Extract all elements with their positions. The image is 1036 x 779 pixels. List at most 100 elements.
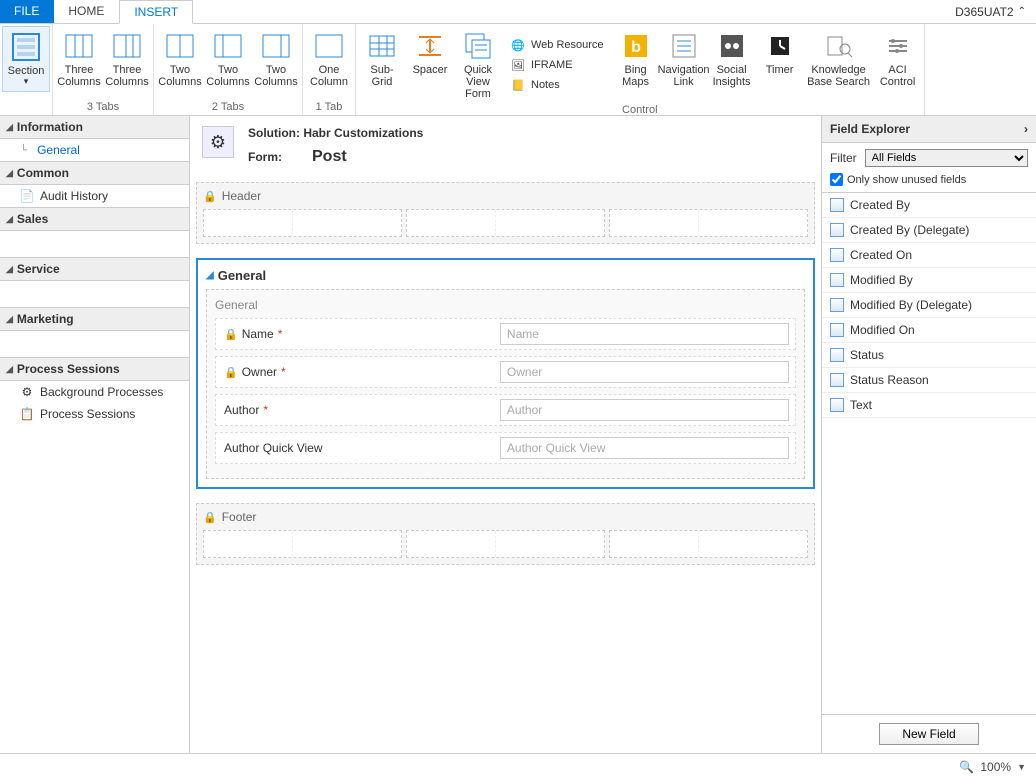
ribbon-1col-button[interactable]: One Column	[305, 26, 353, 92]
field-item-label: Modified On	[850, 323, 915, 337]
header-cell-3[interactable]	[609, 209, 808, 237]
lock-icon: 🔒	[224, 328, 238, 341]
ribbon-kbsearch-button[interactable]: Knowledge Base Search	[804, 26, 874, 104]
field-row-owner[interactable]: 🔒Owner* Owner	[215, 356, 796, 388]
ribbon-timer-button[interactable]: Timer	[756, 26, 804, 104]
notes-icon: 📒	[510, 77, 526, 93]
field-icon	[830, 398, 844, 412]
zoom-value: 100%	[980, 760, 1011, 774]
chevron-down-icon: ▾	[24, 77, 29, 87]
ribbon-2col-c-button[interactable]: Two Columns	[252, 26, 300, 92]
header-section[interactable]: 🔒Header	[196, 182, 815, 244]
general-tab[interactable]: ◢General General 🔒Name* Name 🔒Owner* Own…	[196, 258, 815, 489]
ribbon-spacer-label: Spacer	[413, 64, 448, 76]
tab-insert[interactable]: INSERT	[119, 0, 193, 24]
main-layout: ◢Information General ◢Common 📄Audit Hist…	[0, 116, 1036, 753]
field-item[interactable]: Status Reason	[822, 368, 1036, 393]
field-item-label: Created By (Delegate)	[850, 223, 969, 237]
nav-item-audit[interactable]: 📄Audit History	[0, 185, 189, 207]
nav-header-common[interactable]: ◢Common	[0, 161, 189, 185]
ribbon-3col-a-button[interactable]: Three Columns	[55, 26, 103, 92]
field-item-label: Modified By	[850, 273, 913, 287]
field-item[interactable]: Text	[822, 393, 1036, 418]
new-field-button[interactable]: New Field	[879, 723, 978, 745]
field-name-input[interactable]: Name	[500, 323, 789, 345]
header-cell-1[interactable]	[203, 209, 402, 237]
field-icon	[830, 373, 844, 387]
field-owner-input[interactable]: Owner	[500, 361, 789, 383]
tab-home[interactable]: HOME	[54, 0, 119, 23]
field-row-aqv[interactable]: Author Quick View Author Quick View	[215, 432, 796, 464]
field-name-label: Name	[242, 327, 274, 341]
nav-item-bgproc[interactable]: ⚙Background Processes	[0, 381, 189, 403]
field-row-author[interactable]: Author* Author	[215, 394, 796, 426]
field-item[interactable]: Modified By	[822, 268, 1036, 293]
ribbon-section-button[interactable]: Section ▾	[2, 26, 50, 92]
field-item[interactable]: Modified On	[822, 318, 1036, 343]
solution-line: Solution: Habr Customizations	[248, 126, 423, 140]
ribbon-aci-button[interactable]: ACI Control	[874, 26, 922, 104]
chevron-down-icon[interactable]: ▼	[1017, 762, 1026, 772]
ribbon-1col-label: One Column	[307, 64, 351, 88]
ribbon-social-button[interactable]: Social Insights	[708, 26, 756, 104]
nav-item-general[interactable]: General	[0, 139, 189, 161]
field-item-label: Status Reason	[850, 373, 929, 387]
filter-select[interactable]: All Fields	[865, 149, 1028, 167]
footer-section-label: Footer	[222, 510, 257, 524]
magnifier-icon[interactable]: 🔍	[959, 760, 974, 774]
ribbon-spacer-button[interactable]: Spacer	[406, 26, 454, 104]
field-item[interactable]: Modified By (Delegate)	[822, 293, 1036, 318]
ribbon-navlink-button[interactable]: Navigation Link	[660, 26, 708, 104]
ribbon-social-label: Social Insights	[710, 64, 754, 88]
unused-checkbox[interactable]	[830, 173, 843, 186]
field-item[interactable]: Created By	[822, 193, 1036, 218]
ribbon-subgrid-label: Sub-Grid	[360, 64, 404, 88]
ribbon-iframe-label: IFRAME	[531, 59, 573, 71]
chevron-right-icon[interactable]: ›	[1024, 122, 1028, 136]
nav-header-processes[interactable]: ◢Process Sessions	[0, 357, 189, 381]
ribbon-notes-button[interactable]: 📒 Notes	[510, 76, 604, 94]
ribbon-subgrid-button[interactable]: Sub-Grid	[358, 26, 406, 104]
nav-header-sales[interactable]: ◢Sales	[0, 207, 189, 231]
ribbon-3col-b-button[interactable]: Three Columns	[103, 26, 151, 92]
footer-cell-2[interactable]	[406, 530, 605, 558]
ribbon-iframe-button[interactable]: 🖼 IFRAME	[510, 56, 604, 74]
field-item[interactable]: Created On	[822, 243, 1036, 268]
two-columns-b-icon	[212, 30, 244, 62]
ribbon-webresource-button[interactable]: 🌐 Web Resource	[510, 36, 604, 54]
field-explorer-header[interactable]: Field Explorer ›	[822, 116, 1036, 143]
nav-bgproc-label: Background Processes	[40, 385, 163, 399]
ribbon-bingmaps-button[interactable]: b Bing Maps	[612, 26, 660, 104]
field-item[interactable]: Created By (Delegate)	[822, 218, 1036, 243]
ribbon-2col-b-button[interactable]: Two Columns	[204, 26, 252, 92]
nav-item-procsess[interactable]: 📋Process Sessions	[0, 403, 189, 425]
nav-audit-label: Audit History	[40, 189, 108, 203]
field-item[interactable]: Status	[822, 343, 1036, 368]
header-cell-2[interactable]	[406, 209, 605, 237]
nav-header-marketing[interactable]: ◢Marketing	[0, 307, 189, 331]
ribbon-timer-label: Timer	[766, 64, 794, 76]
field-icon	[830, 248, 844, 262]
ribbon-3col-b-label: Three Columns	[105, 64, 149, 88]
iframe-icon: 🖼	[510, 57, 526, 73]
general-section[interactable]: General 🔒Name* Name 🔒Owner* Owner Author…	[206, 289, 805, 479]
footer-cell-1[interactable]	[203, 530, 402, 558]
footer-section[interactable]: 🔒Footer	[196, 503, 815, 565]
field-item-label: Text	[850, 398, 872, 412]
subgrid-icon	[366, 30, 398, 62]
ribbon-2col-a-button[interactable]: Two Columns	[156, 26, 204, 92]
field-owner-label: Owner	[242, 365, 277, 379]
ribbon-2col-a-label: Two Columns	[158, 64, 202, 88]
footer-cell-3[interactable]	[609, 530, 808, 558]
field-author-input[interactable]: Author	[500, 399, 789, 421]
tab-file[interactable]: FILE	[0, 0, 54, 23]
field-row-name[interactable]: 🔒Name* Name	[215, 318, 796, 350]
group-1tab-label: 1 Tab	[305, 101, 353, 115]
ribbon-webresource-label: Web Resource	[531, 39, 604, 51]
field-aqv-input[interactable]: Author Quick View	[500, 437, 789, 459]
environment-label[interactable]: D365UAT2 ⌃	[945, 0, 1036, 23]
one-column-icon	[313, 30, 345, 62]
nav-header-information[interactable]: ◢Information	[0, 116, 189, 139]
ribbon-quickview-button[interactable]: Quick View Form	[454, 26, 502, 104]
nav-header-service[interactable]: ◢Service	[0, 257, 189, 281]
